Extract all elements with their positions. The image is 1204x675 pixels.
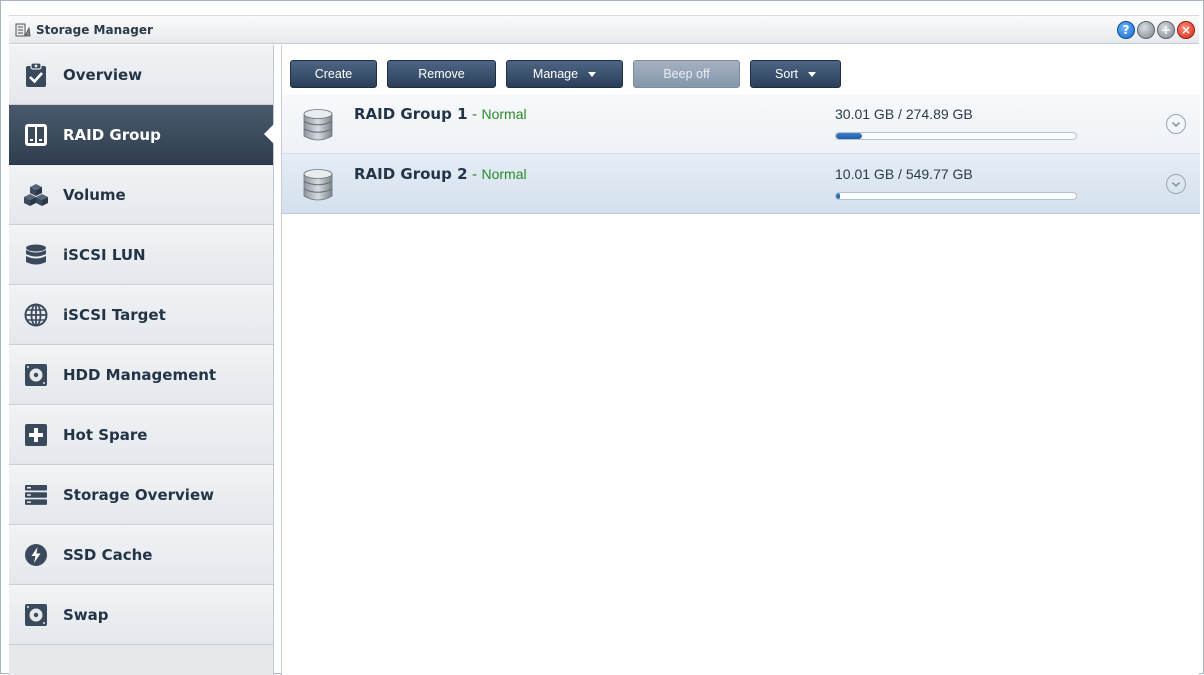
sidebar-item-label: RAID Group (63, 125, 161, 144)
help-icon[interactable]: ? (1117, 21, 1135, 39)
raid-group-status: Normal (481, 106, 527, 122)
cubes-icon (23, 182, 49, 208)
raid-group-row[interactable]: RAID Group 1 - Normal 30.01 GB / 274.89 … (282, 94, 1200, 154)
sidebar-item-iscsi-lun[interactable]: iSCSI LUN (9, 225, 273, 285)
title-bar: Storage Manager ? + × (9, 15, 1199, 44)
raid-group-name: RAID Group 2 (354, 165, 468, 183)
lightning-icon (23, 542, 49, 568)
database-icon (23, 242, 49, 268)
chevron-down-icon (807, 71, 816, 77)
storage-manager-window: Storage Manager ? + × Overview RAID Grou… (0, 0, 1204, 675)
swap-disk-icon (23, 602, 49, 628)
raid-group-list: RAID Group 1 - Normal 30.01 GB / 274.89 … (282, 94, 1200, 214)
expand-chevron-icon[interactable] (1166, 174, 1186, 194)
sort-button-label: Sort (775, 67, 798, 81)
clipboard-check-icon (23, 61, 49, 88)
manage-button-label: Manage (532, 67, 579, 81)
sidebar-item-label: Storage Overview (63, 485, 214, 504)
remove-button-label: Remove (418, 67, 465, 81)
usage-progress-fill (836, 133, 863, 139)
close-icon[interactable]: × (1177, 21, 1195, 39)
sidebar-item-ssd-cache[interactable]: SSD Cache (9, 525, 273, 585)
usage-progress-fill (836, 193, 841, 199)
maximize-icon[interactable]: + (1157, 21, 1175, 39)
raid-group-status: Normal (481, 166, 527, 182)
disk-stack-icon (303, 109, 333, 141)
raid-group-icon (23, 122, 49, 148)
sidebar-item-overview[interactable]: Overview (9, 45, 273, 105)
hdd-icon (23, 362, 49, 388)
raid-group-row[interactable]: RAID Group 2 - Normal 10.01 GB / 549.77 … (282, 154, 1200, 214)
raid-group-separator: - (467, 107, 482, 123)
sidebar-item-swap[interactable]: Swap (9, 585, 273, 645)
chevron-down-icon (588, 71, 597, 77)
usage-progress-bar (835, 132, 1077, 140)
sidebar-item-hdd-management[interactable]: HDD Management (9, 345, 273, 405)
sidebar-item-label: iSCSI LUN (63, 245, 146, 264)
sidebar-item-raid-group[interactable]: RAID Group (9, 105, 275, 165)
toolbar: Create Remove Manage Beep off Sort (290, 60, 841, 88)
disk-stack-icon (303, 169, 333, 201)
raid-group-separator: - (467, 167, 482, 183)
raid-group-usage: 10.01 GB / 549.77 GB (835, 166, 973, 182)
sidebar-item-label: Overview (63, 65, 143, 84)
window-title: Storage Manager (36, 23, 153, 37)
sidebar-item-hot-spare[interactable]: Hot Spare (9, 405, 273, 465)
hot-spare-icon (23, 422, 49, 448)
sidebar-item-label: Volume (63, 185, 126, 204)
server-rack-icon (23, 482, 49, 508)
main-panel: Create Remove Manage Beep off Sort RAID … (281, 45, 1200, 675)
sidebar-item-storage-overview[interactable]: Storage Overview (9, 465, 273, 525)
raid-group-usage: 30.01 GB / 274.89 GB (835, 106, 973, 122)
usage-progress-bar (835, 192, 1077, 200)
raid-group-name: RAID Group 1 (354, 105, 468, 123)
sidebar-item-label: HDD Management (63, 365, 217, 384)
sidebar-item-iscsi-target[interactable]: iSCSI Target (9, 285, 273, 345)
sidebar-item-label: Hot Spare (63, 425, 148, 444)
raid-group-title: RAID Group 2 - Normal (354, 165, 527, 183)
remove-button[interactable]: Remove (387, 60, 496, 88)
storage-manager-app-icon (15, 23, 31, 37)
manage-button[interactable]: Manage (506, 60, 623, 88)
sidebar-item-label: iSCSI Target (63, 305, 166, 324)
sidebar: Overview RAID Group Volume iSCSI LUN iSC… (9, 45, 275, 675)
raid-group-title: RAID Group 1 - Normal (354, 105, 527, 123)
expand-chevron-icon[interactable] (1166, 114, 1186, 134)
globe-icon (23, 302, 49, 328)
minimize-icon[interactable] (1137, 21, 1155, 39)
sort-button[interactable]: Sort (750, 60, 841, 88)
window-controls: ? + × (1117, 21, 1195, 39)
sidebar-item-volume[interactable]: Volume (9, 165, 273, 225)
beep-off-button[interactable]: Beep off (633, 60, 740, 88)
create-button[interactable]: Create (290, 60, 377, 88)
sidebar-item-label: Swap (63, 605, 109, 624)
sidebar-item-label: SSD Cache (63, 545, 153, 564)
